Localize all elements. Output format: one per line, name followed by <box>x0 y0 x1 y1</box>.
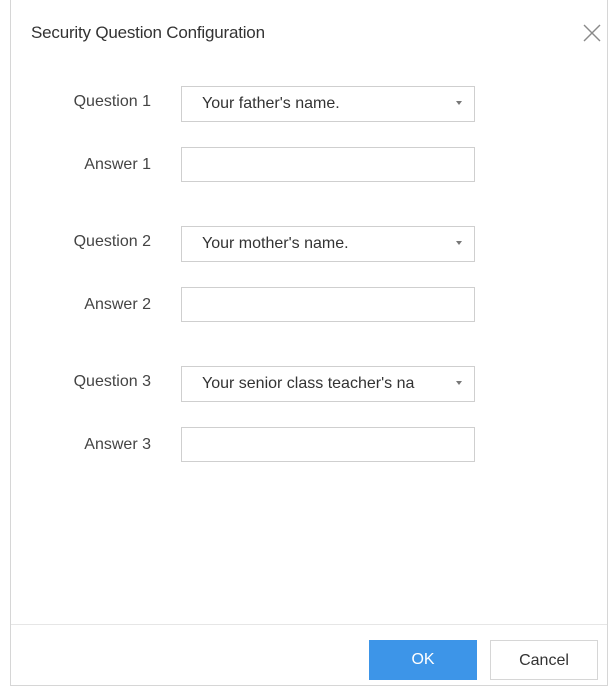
answer-1-field[interactable] <box>181 147 475 182</box>
chevron-down-icon <box>456 101 462 105</box>
question-3-select[interactable]: Your senior class teacher's na <box>181 366 475 402</box>
ok-button[interactable]: OK <box>369 640 477 680</box>
answer-3-field[interactable] <box>181 427 475 462</box>
question-1-select[interactable]: Your father's name. <box>181 86 475 122</box>
question-3-label: Question 3 <box>73 373 151 390</box>
question-2-select[interactable]: Your mother's name. <box>181 226 475 262</box>
close-icon[interactable] <box>581 22 603 44</box>
question-1-value: Your father's name. <box>202 95 340 112</box>
footer-divider <box>11 624 607 625</box>
security-question-dialog: Security Question Configuration Question… <box>10 0 608 686</box>
question-3-value: Your senior class teacher's na <box>202 375 415 392</box>
answer-3-label: Answer 3 <box>84 436 151 453</box>
chevron-down-icon <box>456 241 462 245</box>
question-2-label: Question 2 <box>73 233 151 250</box>
question-1-label: Question 1 <box>73 93 151 110</box>
dialog-titlebar: Security Question Configuration <box>11 0 607 70</box>
answer-2-field[interactable] <box>181 287 475 322</box>
answer-1-label: Answer 1 <box>84 156 151 173</box>
chevron-down-icon <box>456 381 462 385</box>
answer-2-label: Answer 2 <box>84 296 151 313</box>
dialog-title: Security Question Configuration <box>31 23 265 42</box>
question-2-value: Your mother's name. <box>202 235 349 252</box>
cancel-button[interactable]: Cancel <box>490 640 598 680</box>
